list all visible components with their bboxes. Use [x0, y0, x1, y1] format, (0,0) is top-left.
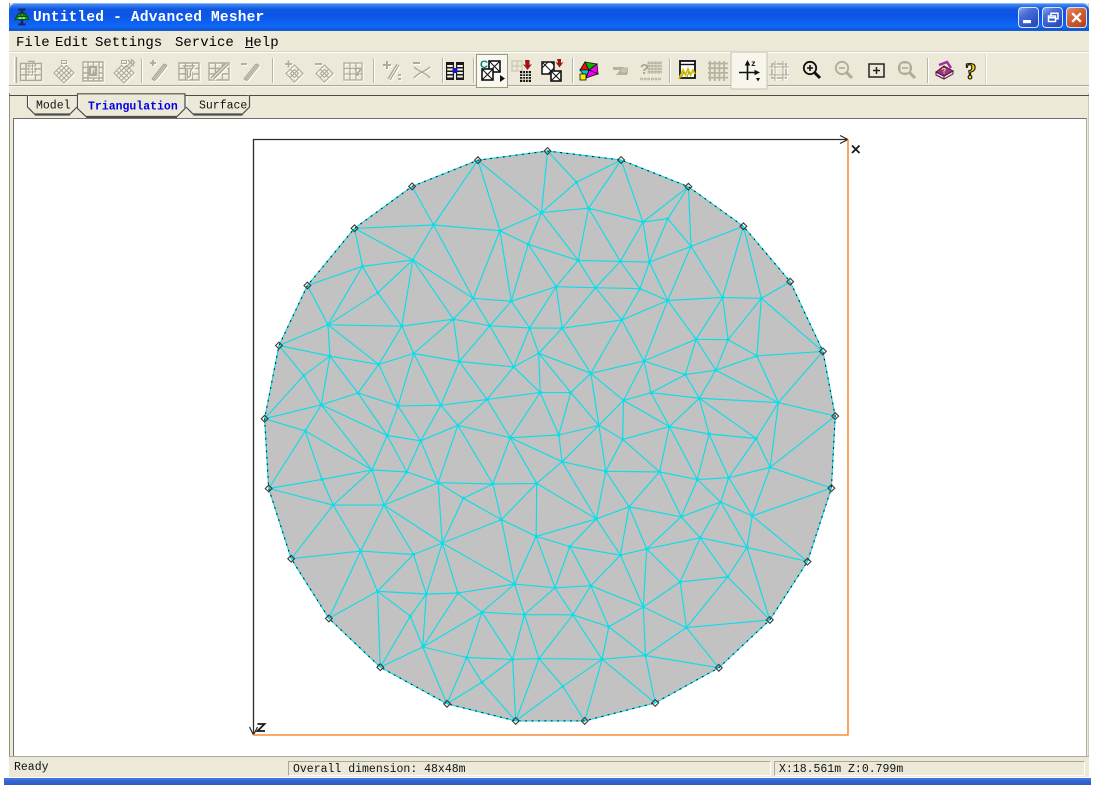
svg-text:?: ?	[965, 59, 977, 84]
svg-text:?: ?	[354, 65, 362, 80]
svg-text:z: z	[751, 60, 756, 69]
svg-text:C: C	[480, 59, 488, 71]
svg-text:Surface: Surface	[199, 100, 247, 113]
svg-text:?: ?	[640, 62, 649, 79]
svg-text:Model: Model	[36, 100, 71, 113]
svg-text:Triangulation: Triangulation	[88, 101, 178, 114]
